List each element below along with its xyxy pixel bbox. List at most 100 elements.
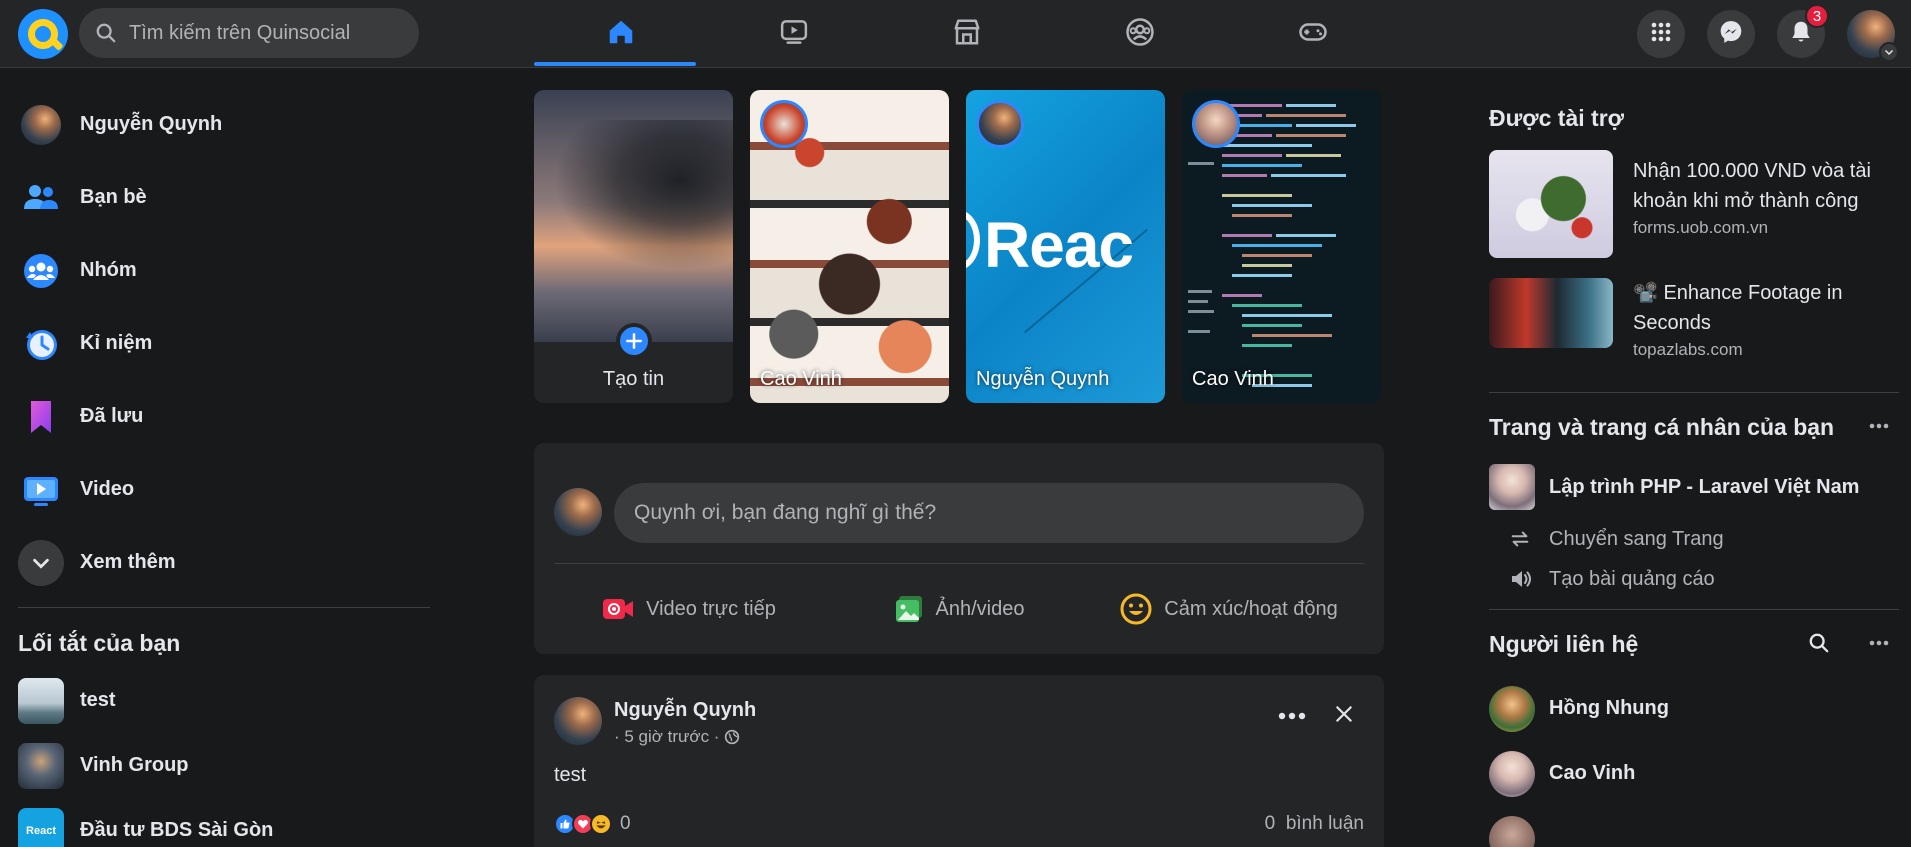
photo-video-label: Ảnh/video [935,597,1025,620]
page-name: Lập trình PHP - Laravel Việt Nam [1549,475,1860,498]
avatar[interactable] [554,697,602,745]
top-right-actions: 3 [1637,0,1911,68]
post-author[interactable]: Nguyễn Quynh [614,699,756,722]
ad-title: 📽️ Enhance Footage in Seconds [1633,282,1843,334]
photo-icon [894,594,924,624]
tab-groups[interactable] [1053,0,1226,68]
story-image-text: Reac [984,209,1134,281]
gamepad-icon [1298,17,1328,52]
contact-item[interactable]: Hồng Nhung [1489,676,1899,741]
contact-item[interactable]: Cao Vinh [1489,741,1899,806]
feeling-activity-button[interactable]: Cảm xúc/hoạt động [1094,583,1364,635]
notification-badge: 3 [1805,4,1829,28]
search-box[interactable] [79,8,419,58]
post-time[interactable]: · 5 giờ trước · [614,727,719,747]
search-icon [93,20,119,46]
sidebar-item-label: Xem thêm [80,551,176,573]
post-meta: · 5 giờ trước · [614,727,740,747]
ad-domain: forms.uob.com.vn [1633,218,1769,237]
tab-watch[interactable] [707,0,880,68]
reactions-summary[interactable]: 0 [554,813,631,835]
sponsored-ad[interactable]: Nhận 100.000 VND vòa tài khoản khi mở th… [1489,150,1899,268]
chevron-down-icon [1879,42,1899,62]
close-icon [1334,704,1354,729]
shortcut-label: Vinh Group [80,754,189,776]
pages-more-button[interactable] [1859,411,1899,441]
avatar [1489,750,1535,797]
messenger-button[interactable] [1707,10,1755,58]
comments-summary[interactable]: 0 bình luận [1265,813,1364,835]
story-card[interactable]: Cao Vinh [1182,90,1381,403]
switch-to-page-button[interactable]: Chuyển sang Trang [1489,519,1899,559]
live-video-icon [602,595,634,623]
create-story-image [534,90,733,342]
tab-marketplace[interactable] [880,0,1053,68]
profile-avatar-wrap [18,102,64,148]
shortcut-item[interactable]: test [18,668,430,733]
contact-item[interactable] [1489,806,1899,847]
story-avatar [976,100,1024,148]
sidebar-item-saved[interactable]: Đã lưu [18,380,430,453]
sidebar-item-memories[interactable]: Kỉ niệm [18,307,430,380]
top-bar: 3 [0,0,1911,68]
search-icon [1809,633,1829,653]
left-sidebar: Nguyễn Quynh Bạn bè Nhóm Kỉ niệm Đã lưu … [18,88,430,847]
see-more-circle [18,539,64,586]
smiley-icon [1120,593,1152,625]
search-input[interactable] [129,21,409,45]
live-video-label: Video trực tiếp [646,597,776,620]
sidebar-item-profile[interactable]: Nguyễn Quynh [18,88,430,161]
avatar[interactable] [554,488,602,536]
sidebar-item-label: Đã lưu [80,405,144,427]
sponsored-heading: Được tài trợ [1489,104,1624,131]
create-ad-button[interactable]: Tạo bài quảng cáo [1489,559,1899,599]
sidebar-item-groups[interactable]: Nhóm [18,234,430,307]
switch-icon [1509,528,1535,550]
shortcut-label: test [80,689,116,711]
pages-heading-row: Trang và trang cá nhân của bạn [1489,399,1899,455]
plus-icon [616,323,652,359]
page-item[interactable]: Lập trình PHP - Laravel Việt Nam [1489,455,1899,519]
tab-gaming[interactable] [1226,0,1399,68]
sidebar-item-video[interactable]: Video [18,453,430,526]
account-avatar[interactable] [1847,10,1899,62]
sidebar-item-see-more[interactable]: Xem thêm [18,526,430,599]
main-nav [534,0,1399,68]
photo-video-button[interactable]: Ảnh/video [824,583,1094,635]
divider [1489,392,1899,393]
sidebar-item-friends[interactable]: Bạn bè [18,161,430,234]
page-avatar [1489,464,1535,510]
reactions-count: 0 [620,813,631,834]
tab-home[interactable] [534,0,707,68]
contacts-heading: Người liên hệ [1489,630,1639,657]
notifications-button[interactable]: 3 [1777,4,1829,58]
sponsored-ad[interactable]: 📽️ Enhance Footage in Seconds topazlabs.… [1489,272,1899,390]
profile-name: Nguyễn Quynh [80,113,223,135]
create-story-card[interactable]: Tạo tin [534,90,733,403]
globe-icon [724,729,740,745]
avatar [21,104,61,145]
groups-icon [18,248,64,294]
hide-post-button[interactable] [1324,701,1364,731]
friends-icon [18,175,64,221]
menu-button[interactable] [1637,10,1685,58]
feed-post: Nguyễn Quynh · 5 giờ trước · test 0 0 bì… [534,675,1384,847]
shortcut-item[interactable]: Vinh Group [18,733,430,798]
search-contacts-button[interactable] [1799,628,1839,658]
story-card[interactable]: Cao Vinh [750,90,949,403]
live-video-button[interactable]: Video trực tiếp [554,583,824,635]
shortcut-item[interactable]: React Đầu tư BDS Sài Gòn [18,798,430,847]
right-sidebar: Được tài trợ Nhận 100.000 VND vòa tài kh… [1489,90,1899,847]
story-card[interactable]: Reac Nguyễn Quynh [966,90,1165,403]
chevron-down-icon [18,539,64,586]
shortcuts-heading: Lối tắt của bạn [18,629,181,656]
more-horizontal-icon [1869,423,1889,429]
watch-icon [779,17,809,52]
quinsocial-logo[interactable] [18,9,68,59]
composer-input[interactable]: Quynh ơi, bạn đang nghĩ gì thế? [614,483,1364,543]
divider [18,607,430,608]
more-options-button[interactable] [1272,701,1312,731]
post-composer: Quynh ơi, bạn đang nghĩ gì thế? Video tr… [534,443,1384,654]
megaphone-icon [1509,567,1535,591]
contacts-more-button[interactable] [1859,628,1899,658]
